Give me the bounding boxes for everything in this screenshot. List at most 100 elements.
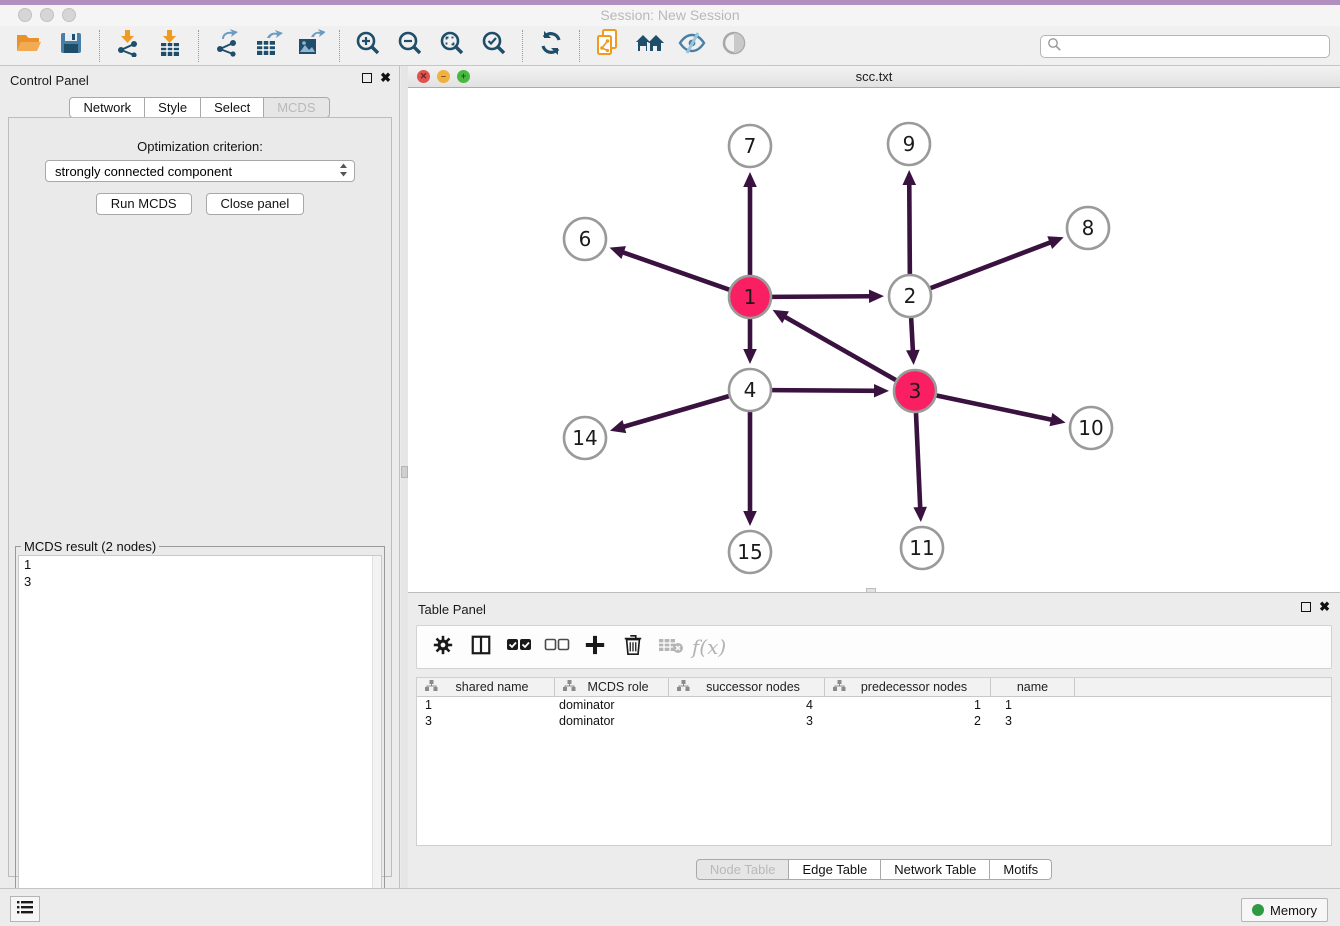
tab-select[interactable]: Select (201, 97, 264, 118)
network-overview-button[interactable] (590, 29, 626, 63)
tab-edge-table[interactable]: Edge Table (789, 859, 881, 880)
open-session-button[interactable] (11, 29, 47, 63)
tab-style[interactable]: Style (145, 97, 201, 118)
column-header-MCDS-role[interactable]: MCDS role (555, 678, 669, 696)
import-table-button[interactable] (152, 29, 188, 63)
edge-3-10[interactable] (937, 396, 1053, 420)
graph-node-8[interactable]: 8 (1067, 207, 1109, 249)
macos-titlebar: Session: New Session (0, 5, 1340, 26)
delete-table-icon (658, 636, 684, 659)
graph-node-3[interactable]: 3 (894, 370, 936, 412)
float-table-panel-icon[interactable] (1301, 602, 1311, 612)
zoom-in-button[interactable] (350, 29, 386, 63)
edge-2-3[interactable] (911, 318, 913, 352)
network-documents-icon (595, 29, 621, 62)
column-header-shared-name[interactable]: shared name (417, 678, 555, 696)
edge-3-1[interactable] (784, 316, 896, 380)
svg-text:6: 6 (579, 227, 592, 251)
eye-disabled-icon (721, 30, 747, 61)
table-settings-button[interactable] (427, 630, 459, 664)
graph-node-14[interactable]: 14 (564, 417, 606, 459)
close-panel-button[interactable]: Close panel (206, 193, 305, 215)
graph-node-10[interactable]: 10 (1070, 407, 1112, 449)
search-input[interactable] (1062, 36, 1329, 57)
task-history-button[interactable] (10, 896, 40, 922)
zoom-fit-icon (439, 30, 465, 61)
edge-1-2[interactable] (772, 296, 871, 297)
select-none-button[interactable] (541, 630, 573, 664)
edge-arrowhead (610, 420, 626, 433)
graph-node-11[interactable]: 11 (901, 527, 943, 569)
tab-network-table[interactable]: Network Table (881, 859, 990, 880)
add-column-button[interactable] (579, 630, 611, 664)
edge-arrowhead (743, 349, 757, 364)
edge-4-14[interactable] (622, 396, 728, 427)
tab-node-table[interactable]: Node Table (696, 859, 790, 880)
hide-selected-button[interactable] (674, 29, 710, 63)
float-panel-icon[interactable] (362, 73, 372, 83)
toolbar-separator (198, 30, 199, 62)
graph-node-7[interactable]: 7 (729, 125, 771, 167)
show-column-button[interactable] (465, 630, 497, 664)
plus-icon (584, 634, 606, 661)
graph-node-9[interactable]: 9 (888, 123, 930, 165)
tab-motifs[interactable]: Motifs (990, 859, 1052, 880)
svg-text:3: 3 (909, 379, 922, 403)
graph-node-2[interactable]: 2 (889, 275, 931, 317)
edge-3-11[interactable] (916, 413, 920, 509)
apply-layout-button[interactable] (533, 29, 569, 63)
zoom-selected-button[interactable] (476, 29, 512, 63)
export-table-button[interactable] (251, 29, 287, 63)
memory-button[interactable]: Memory (1241, 898, 1328, 922)
import-network-button[interactable] (110, 29, 146, 63)
zoom-out-button[interactable] (392, 29, 428, 63)
network-canvas[interactable]: 7 9 6 8 1 2 4 3 14 10 15 11 (408, 88, 1340, 592)
edge-arrowhead (610, 246, 626, 259)
delete-column-button[interactable] (617, 630, 649, 664)
mcds-result-list[interactable]: 13 (18, 555, 382, 920)
tab-network[interactable]: Network (69, 97, 145, 118)
main-toolbar (0, 26, 1340, 66)
edge-arrowhead (743, 511, 757, 526)
edge-1-6[interactable] (622, 252, 729, 290)
show-hidden-button[interactable] (716, 29, 752, 63)
zoom-fit-button[interactable] (434, 29, 470, 63)
table-tabs: Node TableEdge TableNetwork TableMotifs (408, 859, 1340, 880)
edge-4-3[interactable] (772, 390, 876, 391)
select-all-button[interactable] (503, 630, 535, 664)
table-panel: Table Panel ✖ (408, 592, 1340, 888)
svg-text:8: 8 (1082, 216, 1095, 240)
column-header-name[interactable]: name (991, 678, 1075, 696)
graph-node-15[interactable]: 15 (729, 531, 771, 573)
criterion-select[interactable]: strongly connected component (45, 160, 355, 182)
column-header-predecessor-nodes[interactable]: predecessor nodes (825, 678, 991, 696)
import-table-icon (157, 29, 183, 62)
mcds-result-title: MCDS result (2 nodes) (21, 539, 159, 554)
search-field[interactable] (1040, 35, 1330, 58)
run-mcds-button[interactable]: Run MCDS (96, 193, 192, 215)
table-cell: 1 (825, 697, 991, 713)
vertical-splitter[interactable] (401, 66, 408, 888)
table-row[interactable]: 1dominator411 (417, 697, 1331, 713)
graph-node-1[interactable]: 1 (729, 276, 771, 318)
svg-text:11: 11 (909, 536, 934, 560)
result-scrollbar[interactable] (372, 556, 381, 919)
column-header-successor-nodes[interactable]: successor nodes (669, 678, 825, 696)
mcds-pane: Optimization criterion: strongly connect… (8, 117, 392, 877)
graph-node-6[interactable]: 6 (564, 218, 606, 260)
network-graph[interactable]: 7 9 6 8 1 2 4 3 14 10 15 11 (408, 88, 1340, 592)
close-table-panel-icon[interactable]: ✖ (1319, 602, 1330, 612)
save-session-button[interactable] (53, 29, 89, 63)
edge-2-8[interactable] (931, 242, 1052, 288)
export-network-button[interactable] (209, 29, 245, 63)
import-network-icon (115, 29, 141, 62)
export-image-button[interactable] (293, 29, 329, 63)
table-row[interactable]: 3dominator323 (417, 713, 1331, 729)
splitter-handle[interactable] (401, 466, 408, 478)
network-window-titlebar[interactable]: ✕ – + scc.txt (408, 66, 1340, 88)
close-panel-icon[interactable]: ✖ (380, 73, 391, 83)
home-button[interactable] (632, 29, 668, 63)
graph-node-4[interactable]: 4 (729, 369, 771, 411)
tab-mcds[interactable]: MCDS (264, 97, 329, 118)
edge-2-9[interactable] (909, 183, 910, 274)
